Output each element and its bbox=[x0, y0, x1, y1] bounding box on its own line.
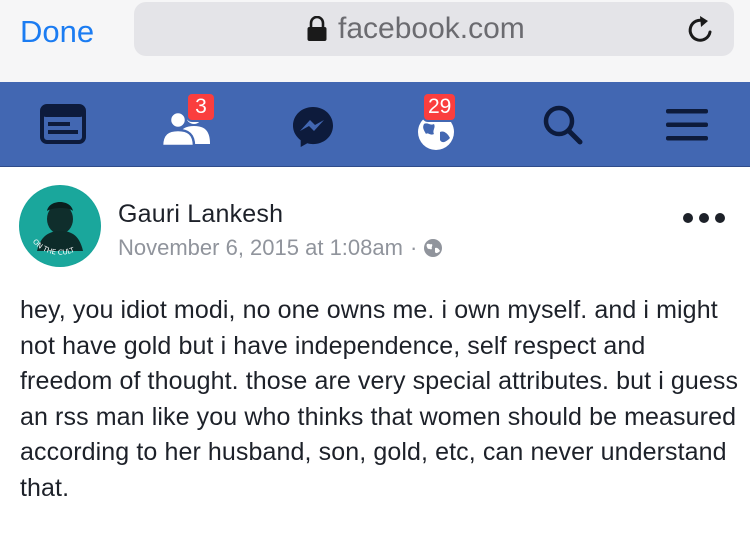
friend-requests-badge: 3 bbox=[186, 92, 216, 122]
news-feed-icon bbox=[40, 104, 86, 144]
avatar[interactable]: ON THE CULT bbox=[19, 185, 101, 267]
author-name[interactable]: Gauri Lankesh bbox=[118, 198, 283, 230]
post-timestamp[interactable]: November 6, 2015 at 1:08am bbox=[118, 235, 403, 260]
nav-friend-requests[interactable]: 3 bbox=[150, 82, 230, 166]
search-icon bbox=[543, 105, 583, 145]
nav-menu[interactable] bbox=[660, 82, 716, 166]
reload-icon[interactable] bbox=[686, 15, 716, 45]
nav-search[interactable] bbox=[536, 82, 596, 166]
post-meta: November 6, 2015 at 1:08am · bbox=[118, 233, 443, 263]
profile-picture: ON THE CULT bbox=[19, 185, 101, 267]
browser-toolbar: Done facebook.com bbox=[0, 0, 750, 83]
meta-separator: · bbox=[409, 235, 418, 260]
lock-icon bbox=[307, 16, 327, 41]
messenger-icon bbox=[293, 107, 333, 147]
nav-messenger[interactable] bbox=[284, 82, 344, 166]
more-options-icon[interactable] bbox=[679, 204, 729, 232]
nav-news-feed[interactable] bbox=[26, 82, 98, 166]
menu-icon bbox=[666, 109, 708, 141]
notifications-badge: 29 bbox=[422, 92, 458, 122]
address-bar[interactable]: facebook.com bbox=[134, 2, 734, 56]
done-button[interactable]: Done bbox=[20, 12, 94, 52]
facebook-nav-bar: 3 29 bbox=[0, 82, 750, 167]
url-text: facebook.com bbox=[338, 12, 525, 45]
public-globe-icon[interactable] bbox=[423, 238, 443, 258]
post-text: hey, you idiot modi, no one owns me. i o… bbox=[20, 296, 739, 502]
nav-notifications[interactable]: 29 bbox=[406, 82, 486, 166]
